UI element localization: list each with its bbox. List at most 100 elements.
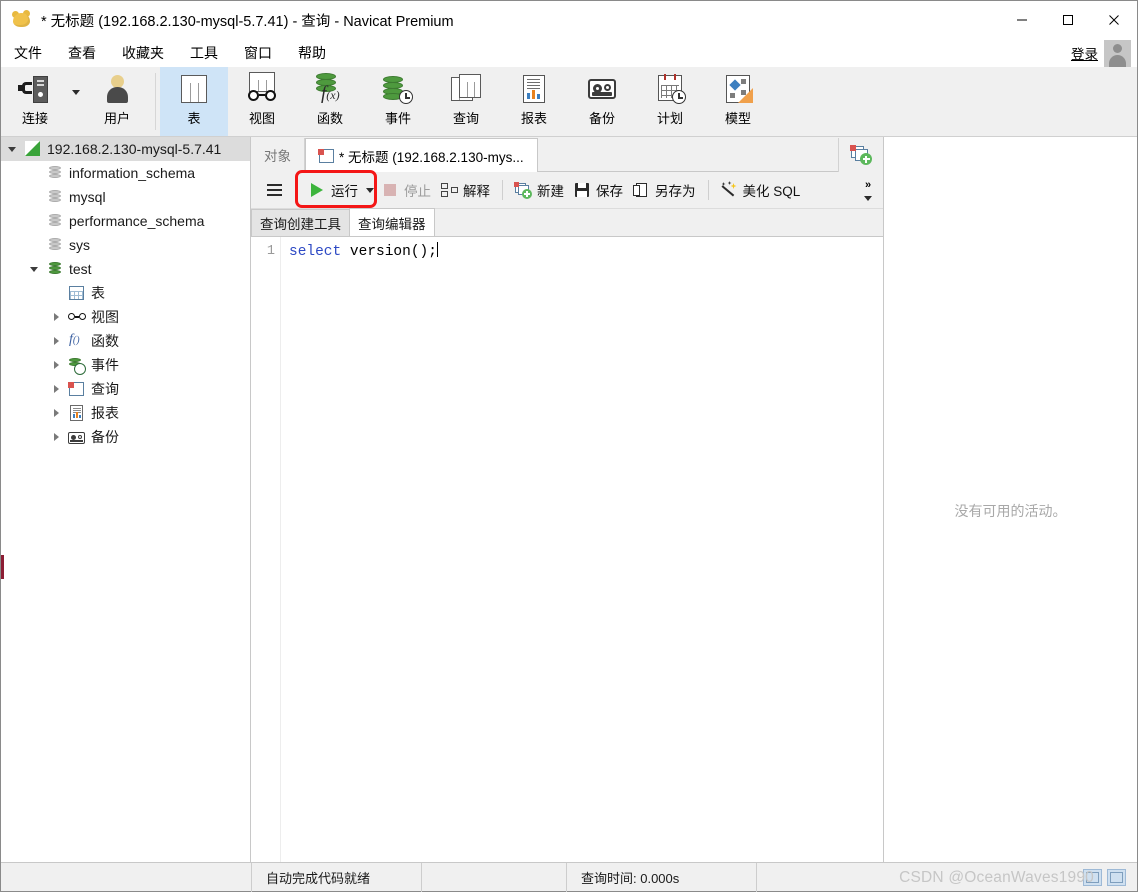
tree-item-sys[interactable]: sys (1, 233, 250, 257)
toolbar-divider (296, 180, 297, 200)
new-query-tab-button[interactable] (838, 138, 883, 172)
toolbar-connection-button[interactable]: 连接 (1, 67, 69, 136)
chevron-right-icon[interactable] (45, 337, 67, 345)
chevron-right-icon[interactable] (45, 409, 67, 417)
subtab-query-builder[interactable]: 查询创建工具 (251, 209, 350, 236)
status-view-toggles (1083, 868, 1137, 886)
toolbar-backup-label: 备份 (588, 111, 615, 126)
save-as-icon (633, 182, 651, 198)
toolbar-table-button[interactable]: 表 (160, 67, 228, 136)
toolbar-overflow[interactable]: » (857, 172, 879, 209)
toolbar-backup-button[interactable]: 备份 (568, 67, 636, 136)
window-controls (999, 1, 1137, 39)
document-tab-strip: 对象 * 无标题 (192.168.2.130-mys... (251, 137, 883, 172)
toolbar-divider (155, 73, 156, 130)
close-button[interactable] (1091, 1, 1137, 39)
new-query-tab-icon (850, 145, 872, 165)
chevron-right-icon[interactable] (45, 361, 67, 369)
minimize-button[interactable] (999, 1, 1045, 39)
tree-item-backups[interactable]: 备份 (1, 425, 250, 449)
chevron-down-icon[interactable] (1, 146, 23, 152)
tree-label: sys (69, 237, 90, 253)
save-floppy-icon (574, 182, 592, 198)
save-as-button-label: 另存为 (655, 184, 696, 199)
toolbar-function-button[interactable]: f(x) 函数 (296, 67, 364, 136)
stop-button[interactable]: 停止 (377, 177, 436, 203)
menu-help[interactable]: 帮助 (285, 40, 339, 66)
menu-bar: 文件 查看 收藏夹 工具 窗口 帮助 登录 (1, 39, 1137, 67)
tree-item-queries[interactable]: 查询 (1, 377, 250, 401)
tree-label: 192.168.2.130-mysql-5.7.41 (47, 141, 222, 157)
toolbar-report-button[interactable]: 报表 (500, 67, 568, 136)
subtab-label: 查询编辑器 (358, 216, 426, 232)
toolbar-event-button[interactable]: 事件 (364, 67, 432, 136)
toolbar-divider (707, 180, 709, 200)
chevron-right-icon[interactable] (45, 313, 67, 321)
sql-editor[interactable]: 1 select version(); (251, 237, 883, 862)
beautify-sql-button[interactable]: 美化 SQL (716, 177, 806, 203)
tree-item-test[interactable]: test (1, 257, 250, 281)
tree-item-events[interactable]: 事件 (1, 353, 250, 377)
chevron-double-right-icon[interactable]: » (865, 179, 871, 190)
form-view-icon[interactable] (1107, 868, 1126, 886)
chevron-right-icon[interactable] (45, 385, 67, 393)
connection-dropdown-caret-icon[interactable] (69, 67, 83, 136)
run-button-label: 运行 (331, 184, 358, 199)
hamburger-menu-icon[interactable] (259, 177, 289, 203)
tab-query-untitled[interactable]: * 无标题 (192.168.2.130-mys... (305, 138, 538, 172)
query-icon (449, 73, 483, 105)
tree-item-reports[interactable]: 报表 (1, 401, 250, 425)
toolbar-query-button[interactable]: 查询 (432, 67, 500, 136)
function-fx-icon: f(x) (313, 73, 347, 105)
toolbar-model-button[interactable]: 模型 (704, 67, 772, 136)
maximize-button[interactable] (1045, 1, 1091, 39)
menu-file[interactable]: 文件 (1, 40, 55, 66)
view-glasses-icon (245, 72, 279, 105)
tree-item-information-schema[interactable]: information_schema (1, 161, 250, 185)
toolbar-schedule-button[interactable]: 计划 (636, 67, 704, 136)
menu-view[interactable]: 查看 (55, 40, 109, 66)
explain-button[interactable]: 解释 (436, 177, 495, 203)
chevron-down-icon[interactable] (23, 266, 45, 272)
magic-wand-icon (720, 181, 739, 198)
main-toolbar: 连接 用户 表 视图 f(x) 函数 事件 查询 报表 备份 计划 模型 (1, 67, 1137, 137)
collapsed-panel-handle[interactable] (1, 555, 4, 579)
tree-item-views[interactable]: 视图 (1, 305, 250, 329)
stop-button-label: 停止 (404, 184, 431, 199)
tree-item-functions[interactable]: f() 函数 (1, 329, 250, 353)
save-button-label: 保存 (596, 184, 623, 199)
save-as-button[interactable]: 另存为 (628, 177, 701, 203)
tree-item-tables[interactable]: 表 (1, 281, 250, 305)
run-dropdown-caret-icon[interactable] (363, 177, 377, 203)
menu-favorites[interactable]: 收藏夹 (109, 40, 177, 66)
user-avatar-icon[interactable] (1104, 39, 1131, 67)
grid-view-icon[interactable] (1083, 868, 1102, 886)
chevron-right-icon[interactable] (45, 433, 67, 441)
query-toolbar: 运行 停止 解释 新建 保存 另存为 美化 SQL » (251, 170, 883, 209)
toolbar-user-label: 用户 (103, 111, 130, 126)
table-node-icon (67, 284, 87, 302)
toolbar-user-button[interactable]: 用户 (83, 67, 151, 136)
tab-objects[interactable]: 对象 (251, 138, 305, 172)
object-tree-sidebar[interactable]: 192.168.2.130-mysql-5.7.41 information_s… (1, 137, 251, 862)
user-icon (100, 73, 134, 105)
menu-window[interactable]: 窗口 (231, 40, 285, 66)
menu-tools[interactable]: 工具 (177, 40, 231, 66)
chevron-down-icon[interactable] (864, 195, 872, 201)
tree-item-performance-schema[interactable]: performance_schema (1, 209, 250, 233)
login-link[interactable]: 登录 (1071, 43, 1098, 63)
toolbar-view-button[interactable]: 视图 (228, 67, 296, 136)
subtab-query-editor[interactable]: 查询编辑器 (349, 208, 435, 236)
query-tab-icon (318, 148, 334, 163)
sql-code-area[interactable]: select version(); (281, 237, 883, 862)
toolbar-query-label: 查询 (452, 111, 479, 126)
status-bar: 自动完成代码就绪 查询时间: 0.000s CSDN @OceanWaves19… (1, 862, 1137, 892)
new-query-button[interactable]: 新建 (510, 177, 569, 203)
run-button[interactable]: 运行 (304, 177, 363, 203)
tree-item-mysql[interactable]: mysql (1, 185, 250, 209)
tree-item-connection[interactable]: 192.168.2.130-mysql-5.7.41 (1, 137, 250, 161)
save-button[interactable]: 保存 (569, 177, 628, 203)
tree-label: information_schema (69, 165, 196, 181)
query-node-icon (67, 380, 87, 398)
schedule-calendar-icon (653, 73, 687, 105)
